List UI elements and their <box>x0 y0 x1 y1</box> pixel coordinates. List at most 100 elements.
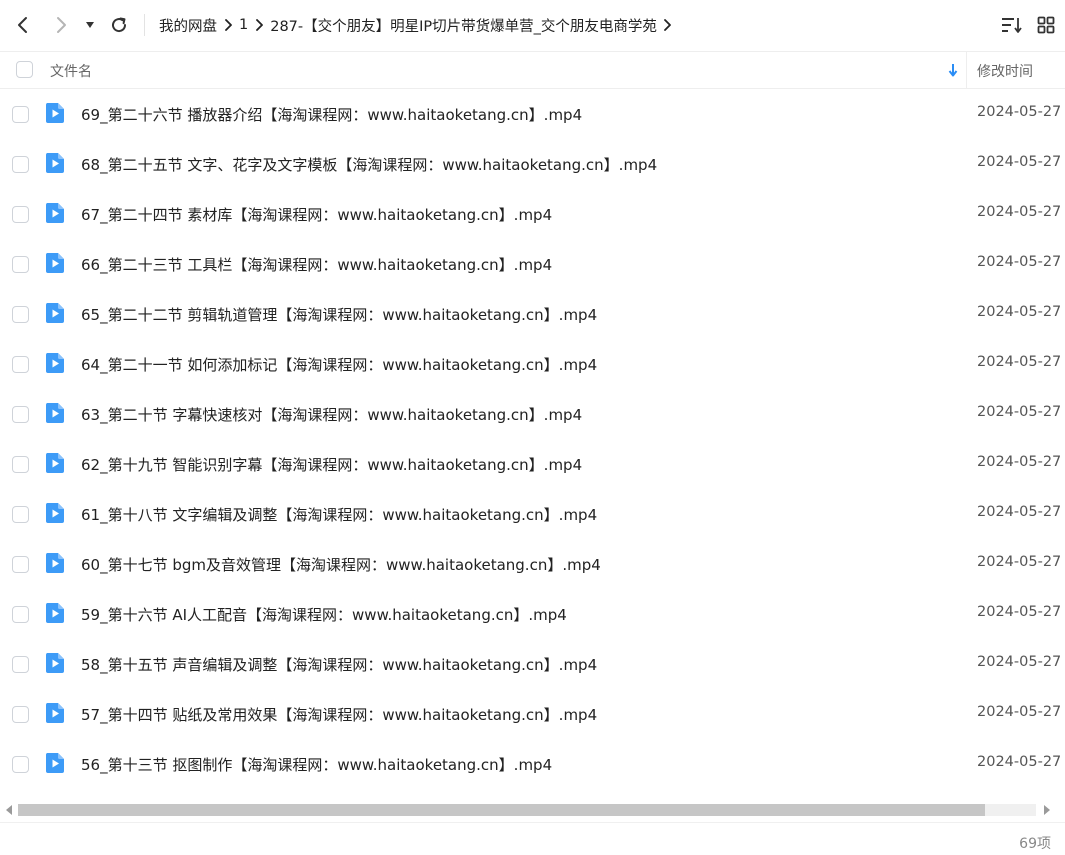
video-file-icon <box>45 153 64 173</box>
file-name[interactable]: 64_第二十一节 如何添加标记【海淘课程网：www.haitaoketang.c… <box>81 354 597 375</box>
scrollbar-thumb[interactable] <box>18 804 985 816</box>
row-checkbox[interactable] <box>12 606 29 623</box>
video-file-icon <box>45 203 64 223</box>
file-row[interactable]: 57_第十四节 贴纸及常用效果【海淘课程网：www.haitaoketang.c… <box>0 690 1065 740</box>
column-divider[interactable] <box>966 52 967 89</box>
file-modified-time: 2024-05-27 <box>977 304 1062 320</box>
history-dropdown-button[interactable] <box>80 8 100 42</box>
refresh-button[interactable] <box>102 8 136 42</box>
status-bar: 69项 <box>0 822 1065 855</box>
file-list: 69_第二十六节 播放器介绍【海淘课程网：www.haitaoketang.cn… <box>0 90 1065 798</box>
row-checkbox[interactable] <box>12 306 29 323</box>
file-modified-time: 2024-05-27 <box>977 704 1062 720</box>
file-row[interactable]: 62_第十九节 智能识别字幕【海淘课程网：www.haitaoketang.cn… <box>0 440 1065 490</box>
row-checkbox[interactable] <box>12 556 29 573</box>
file-name[interactable]: 69_第二十六节 播放器介绍【海淘课程网：www.haitaoketang.cn… <box>81 104 582 125</box>
file-row[interactable]: 64_第二十一节 如何添加标记【海淘课程网：www.haitaoketang.c… <box>0 340 1065 390</box>
video-file-icon <box>45 453 64 473</box>
row-checkbox[interactable] <box>12 356 29 373</box>
scroll-right-button[interactable] <box>1040 803 1054 817</box>
video-file-icon <box>45 553 64 573</box>
row-checkbox[interactable] <box>12 456 29 473</box>
scrollbar-track[interactable] <box>18 804 1036 816</box>
back-button[interactable] <box>6 8 40 42</box>
breadcrumb-item-current-folder[interactable]: 287-【交个朋友】明星IP切片带货爆单营_交个朋友电商学苑 <box>270 15 657 36</box>
caret-down-icon <box>86 22 94 28</box>
file-name[interactable]: 68_第二十五节 文字、花字及文字模板【海淘课程网：www.haitaoketa… <box>81 154 657 175</box>
row-checkbox[interactable] <box>12 656 29 673</box>
toolbar: 我的网盘 1 287-【交个朋友】明星IP切片带货爆单营_交个朋友电商学苑 <box>0 0 1065 50</box>
caret-left-icon <box>6 805 12 815</box>
file-modified-time: 2024-05-27 <box>977 654 1062 670</box>
file-row[interactable]: 59_第十六节 AI人工配音【海淘课程网：www.haitaoketang.cn… <box>0 590 1065 640</box>
video-file-icon <box>45 253 64 273</box>
file-name[interactable]: 65_第二十二节 剪辑轨道管理【海淘课程网：www.haitaoketang.c… <box>81 304 597 325</box>
item-count: 69项 <box>1019 836 1051 852</box>
file-row[interactable]: 67_第二十四节 素材库【海淘课程网：www.haitaoketang.cn】.… <box>0 190 1065 240</box>
file-name[interactable]: 57_第十四节 贴纸及常用效果【海淘课程网：www.haitaoketang.c… <box>81 704 597 725</box>
video-file-icon <box>45 353 64 373</box>
chevron-left-icon <box>18 17 27 33</box>
row-checkbox[interactable] <box>12 256 29 273</box>
video-file-icon <box>45 403 64 423</box>
column-header-filename[interactable]: 文件名 <box>50 61 92 81</box>
file-name[interactable]: 60_第十七节 bgm及音效管理【海淘课程网：www.haitaoketang.… <box>81 554 601 575</box>
caret-right-icon <box>1044 805 1050 815</box>
chevron-right-icon[interactable] <box>657 15 679 35</box>
chevron-right-icon <box>57 17 66 33</box>
file-list-header: 文件名 修改时间 <box>0 51 1065 89</box>
file-row[interactable]: 60_第十七节 bgm及音效管理【海淘课程网：www.haitaoketang.… <box>0 540 1065 590</box>
chevron-right-icon <box>248 15 270 35</box>
file-row[interactable]: 58_第十五节 声音编辑及调整【海淘课程网：www.haitaoketang.c… <box>0 640 1065 690</box>
file-name[interactable]: 66_第二十三节 工具栏【海淘课程网：www.haitaoketang.cn】.… <box>81 254 552 275</box>
file-modified-time: 2024-05-27 <box>977 404 1062 420</box>
sort-direction-toggle[interactable] <box>945 60 961 80</box>
video-file-icon <box>45 303 64 323</box>
file-name[interactable]: 61_第十八节 文字编辑及调整【海淘课程网：www.haitaoketang.c… <box>81 504 597 525</box>
column-header-modified-time[interactable]: 修改时间 <box>977 61 1033 81</box>
file-name[interactable]: 58_第十五节 声音编辑及调整【海淘课程网：www.haitaoketang.c… <box>81 654 597 675</box>
file-name[interactable]: 59_第十六节 AI人工配音【海淘课程网：www.haitaoketang.cn… <box>81 604 567 625</box>
file-row[interactable]: 65_第二十二节 剪辑轨道管理【海淘课程网：www.haitaoketang.c… <box>0 290 1065 340</box>
file-modified-time: 2024-05-27 <box>977 604 1062 620</box>
scroll-left-button[interactable] <box>2 803 16 817</box>
toolbar-right <box>995 0 1065 50</box>
row-checkbox[interactable] <box>12 706 29 723</box>
file-row[interactable]: 63_第二十节 字幕快速核对【海淘课程网：www.haitaoketang.cn… <box>0 390 1065 440</box>
file-name[interactable]: 56_第十三节 抠图制作【海淘课程网：www.haitaoketang.cn】.… <box>81 754 552 775</box>
breadcrumb-item-folder-1[interactable]: 1 <box>239 17 248 33</box>
file-modified-time: 2024-05-27 <box>977 754 1062 770</box>
toolbar-divider <box>144 14 145 36</box>
breadcrumb: 我的网盘 1 287-【交个朋友】明星IP切片带货爆单营_交个朋友电商学苑 <box>159 15 679 36</box>
video-file-icon <box>45 103 64 123</box>
file-modified-time: 2024-05-27 <box>977 204 1062 220</box>
horizontal-scrollbar[interactable] <box>0 800 1065 820</box>
row-checkbox[interactable] <box>12 506 29 523</box>
file-name[interactable]: 63_第二十节 字幕快速核对【海淘课程网：www.haitaoketang.cn… <box>81 404 582 425</box>
file-modified-time: 2024-05-27 <box>977 104 1062 120</box>
sort-button[interactable] <box>995 8 1029 42</box>
video-file-icon <box>45 753 64 773</box>
file-modified-time: 2024-05-27 <box>977 504 1062 520</box>
row-checkbox[interactable] <box>12 106 29 123</box>
file-name[interactable]: 62_第十九节 智能识别字幕【海淘课程网：www.haitaoketang.cn… <box>81 454 582 475</box>
file-modified-time: 2024-05-27 <box>977 354 1062 370</box>
select-all-checkbox[interactable] <box>16 61 33 78</box>
file-row[interactable]: 56_第十三节 抠图制作【海淘课程网：www.haitaoketang.cn】.… <box>0 740 1065 790</box>
file-row[interactable]: 61_第十八节 文字编辑及调整【海淘课程网：www.haitaoketang.c… <box>0 490 1065 540</box>
row-checkbox[interactable] <box>12 206 29 223</box>
file-row[interactable]: 66_第二十三节 工具栏【海淘课程网：www.haitaoketang.cn】.… <box>0 240 1065 290</box>
file-row[interactable]: 69_第二十六节 播放器介绍【海淘课程网：www.haitaoketang.cn… <box>0 90 1065 140</box>
refresh-icon <box>112 17 127 33</box>
file-modified-time: 2024-05-27 <box>977 554 1062 570</box>
forward-button[interactable] <box>44 8 78 42</box>
file-name[interactable]: 67_第二十四节 素材库【海淘课程网：www.haitaoketang.cn】.… <box>81 204 552 225</box>
file-modified-time: 2024-05-27 <box>977 254 1062 270</box>
video-file-icon <box>45 503 64 523</box>
row-checkbox[interactable] <box>12 756 29 773</box>
file-row[interactable]: 68_第二十五节 文字、花字及文字模板【海淘课程网：www.haitaoketa… <box>0 140 1065 190</box>
row-checkbox[interactable] <box>12 156 29 173</box>
view-mode-button[interactable] <box>1029 8 1063 42</box>
breadcrumb-item-my-drive[interactable]: 我的网盘 <box>159 15 217 36</box>
row-checkbox[interactable] <box>12 406 29 423</box>
